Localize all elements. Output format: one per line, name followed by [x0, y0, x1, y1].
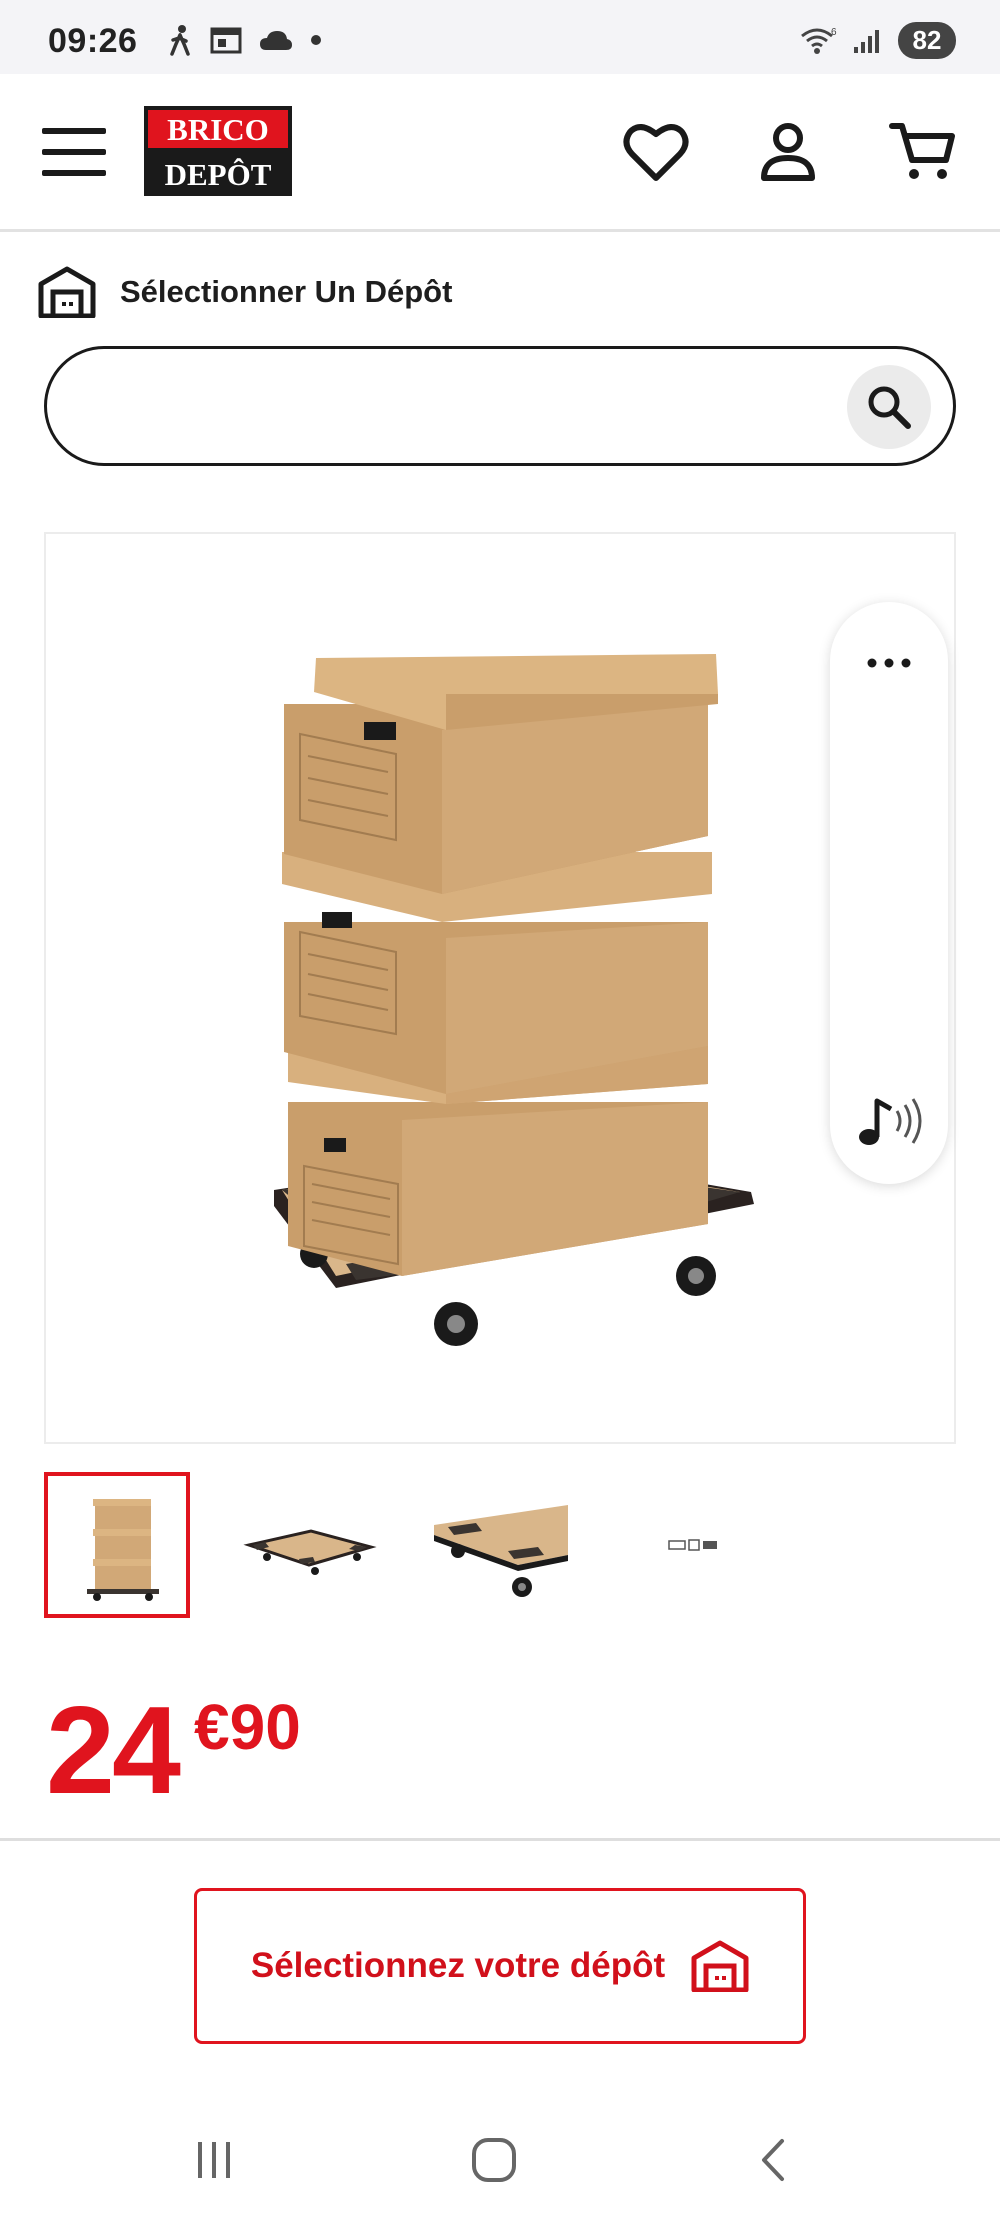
- search-input[interactable]: [87, 375, 847, 439]
- brico-depot-logo[interactable]: BRICO DEPÔT: [144, 106, 292, 196]
- thumbnail-dolly-side: [434, 1505, 568, 1597]
- price-integer: 24: [46, 1682, 181, 1820]
- wifi-icon: 6: [801, 27, 837, 54]
- section-divider: [0, 1838, 1000, 1841]
- recent-apps-icon: [198, 2142, 230, 2178]
- product-photo-boxes-on-dolly: [274, 654, 754, 1346]
- dot-icon: [311, 35, 321, 45]
- menu-button[interactable]: [42, 126, 106, 178]
- cart-icon: [889, 123, 955, 179]
- select-your-depot-label: Sélectionnez votre dépôt: [250, 1946, 666, 1985]
- product-price: 24 €90: [46, 1680, 301, 1822]
- price-decimal: €90: [194, 1691, 301, 1763]
- store-icon: [38, 266, 96, 318]
- logo-text-depot: DEPÔT: [165, 157, 272, 192]
- read-aloud-button[interactable]: [848, 1086, 932, 1156]
- search-icon: [868, 386, 911, 429]
- select-depot-label: Sélectionner Un Dépôt: [120, 274, 453, 309]
- home-button[interactable]: [454, 2130, 534, 2190]
- audio-note-icon: [859, 1098, 922, 1145]
- thumbnail-4[interactable]: [620, 1472, 766, 1618]
- thumbnail-2[interactable]: [236, 1472, 382, 1618]
- back-icon: [762, 2139, 784, 2181]
- user-icon: [761, 123, 815, 181]
- thumbnail-3[interactable]: [428, 1472, 574, 1618]
- search-button[interactable]: [847, 365, 931, 449]
- status-bar: 09:26 6 82: [0, 0, 1000, 74]
- product-image[interactable]: [44, 532, 956, 1444]
- floating-action-panel: [830, 602, 948, 1184]
- store-icon: [691, 1940, 749, 1992]
- battery-indicator: 82: [898, 22, 956, 59]
- more-options-icon: [867, 658, 911, 668]
- select-depot-link[interactable]: Sélectionner Un Dépôt: [38, 262, 452, 322]
- thumbnail-1[interactable]: [44, 1472, 190, 1618]
- search-bar: [44, 346, 956, 466]
- select-your-depot-button[interactable]: Sélectionnez votre dépôt: [194, 1888, 806, 2044]
- signal-icon: [854, 29, 879, 53]
- status-right: 6 82: [800, 22, 956, 59]
- walking-icon: [170, 25, 190, 56]
- status-time: 09:26: [48, 22, 138, 60]
- heart-icon: [623, 124, 689, 181]
- thumbnail-strip: [44, 1472, 766, 1618]
- thumbnail-boxes-on-dolly: [87, 1499, 159, 1601]
- system-navigation-bar: [0, 2100, 1000, 2222]
- recent-apps-button[interactable]: [174, 2130, 254, 2190]
- thumbnail-dimensions-diagram: [668, 1539, 717, 1551]
- cart-button[interactable]: [888, 116, 960, 188]
- calendar-icon: [210, 27, 242, 54]
- more-options-button[interactable]: [854, 638, 924, 688]
- home-icon: [472, 2138, 516, 2182]
- thumbnail-dolly-top: [243, 1529, 377, 1575]
- cloud-icon: [260, 31, 292, 50]
- status-left-icons: [166, 24, 322, 56]
- back-button[interactable]: [734, 2130, 814, 2190]
- account-button[interactable]: [752, 116, 824, 188]
- svg-text:6: 6: [831, 27, 837, 38]
- app-header: BRICO DEPÔT: [0, 74, 1000, 232]
- logo-text-brico: BRICO: [167, 112, 269, 147]
- wishlist-button[interactable]: [620, 116, 692, 188]
- menu-icon: [42, 128, 106, 176]
